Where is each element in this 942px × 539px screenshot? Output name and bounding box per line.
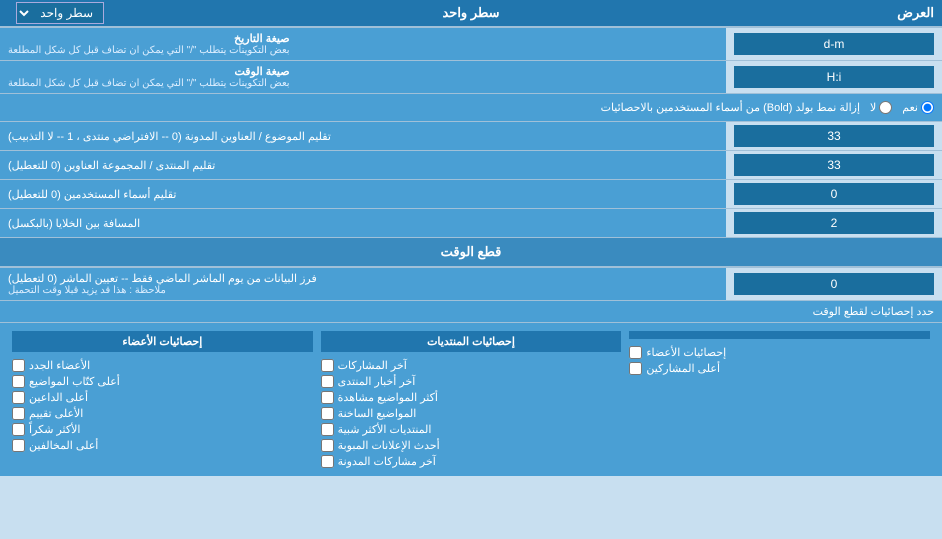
checkbox-col-3: إحصائيات الأعضاء أعلى المشاركين xyxy=(625,327,934,472)
checkbox-classifieds: أحدث الإعلانات المبوبة xyxy=(321,439,622,452)
date-format-row: d-m صيغة التاريخ بعض التكوينات يتطلب "/"… xyxy=(0,28,942,61)
checkbox-col-1: إحصائيات الأعضاء الأعضاء الجدد أعلى كتّا… xyxy=(8,327,317,472)
checkbox-hot-topics-cb[interactable] xyxy=(321,407,334,420)
checkbox-top-violators-cb[interactable] xyxy=(12,439,25,452)
checkbox-classifieds-cb[interactable] xyxy=(321,439,334,452)
checkbox-forum-news: آخر أخبار المنتدى xyxy=(321,375,622,388)
forum-headers-label: تقليم المنتدى / المجموعة العناوين (0 للت… xyxy=(0,151,726,179)
forum-headers-input[interactable]: 33 xyxy=(740,158,928,172)
usernames-input-wrapper: 0 xyxy=(734,183,934,205)
checkboxes-area: إحصائيات الأعضاء أعلى المشاركين إحصائيات… xyxy=(0,323,942,476)
checkbox-blog-posts: آخر مشاركات المدونة xyxy=(321,455,622,468)
checkbox-last-posts: آخر المشاركات xyxy=(321,359,622,372)
bold-row-label: إزالة نمط بولد (Bold) من أسماء المستخدمي… xyxy=(8,101,860,114)
checkbox-top-inviters: أعلى الداعين xyxy=(12,391,313,404)
checkbox-top-posters[interactable] xyxy=(629,362,642,375)
checkbox-top-violators: أعلى المخالفين xyxy=(12,439,313,452)
checkbox-most-thanked: الأكثر شكراً xyxy=(12,423,313,436)
cutoff-input-wrapper: 0 xyxy=(734,273,934,295)
checkbox-new-members-cb[interactable] xyxy=(12,359,25,372)
checkbox-most-similar: المنتديات الأكثر شبية xyxy=(321,423,622,436)
limit-row: حدد إحصائيات لقطع الوقت xyxy=(0,301,942,323)
checkbox-forum-news-cb[interactable] xyxy=(321,375,334,388)
topics-headers-input[interactable]: 33 xyxy=(740,129,928,143)
col1-header: إحصائيات الأعضاء xyxy=(12,331,313,352)
date-format-label: صيغة التاريخ بعض التكوينات يتطلب "/" الت… xyxy=(0,28,726,60)
cutoff-row: 0 فرز البيانات من يوم الماشر الماضي فقط … xyxy=(0,268,942,301)
header-row: العرض سطر واحد سطر واحد سطرين ثلاثة أسطر xyxy=(0,0,942,28)
usernames-label: تقليم أسماء المستخدمين (0 للتعطيل) xyxy=(0,180,726,208)
cell-spacing-row: 2 المسافة بين الخلايا (بالبكسل) xyxy=(0,209,942,238)
bold-row: نعم لا إزالة نمط بولد (Bold) من أسماء ال… xyxy=(0,94,942,122)
time-format-row: H:i صيغة الوقت بعض التكوينات يتطلب "/" ا… xyxy=(0,61,942,94)
time-format-input[interactable]: H:i xyxy=(740,70,928,84)
usernames-row: 0 تقليم أسماء المستخدمين (0 للتعطيل) xyxy=(0,180,942,209)
checkbox-top-rated: الأعلى تقييم xyxy=(12,407,313,420)
checkbox-col-2: إحصائيات المنتديات آخر المشاركات آخر أخب… xyxy=(317,327,626,472)
display-mode-select[interactable]: سطر واحد سطرين ثلاثة أسطر xyxy=(16,2,104,24)
main-container: العرض سطر واحد سطر واحد سطرين ثلاثة أسطر… xyxy=(0,0,942,476)
cell-spacing-input[interactable]: 2 xyxy=(740,216,928,230)
checkbox-top-topic-writers-cb[interactable] xyxy=(12,375,25,388)
checkbox-top-topic-writers: أعلى كتّاب المواضيع xyxy=(12,375,313,388)
checkbox-blog-posts-cb[interactable] xyxy=(321,455,334,468)
forum-headers-input-wrapper: 33 xyxy=(734,154,934,176)
bold-yes-label[interactable]: نعم xyxy=(902,101,934,114)
cell-spacing-input-wrapper: 2 xyxy=(734,212,934,234)
checkbox-new-members: الأعضاء الجدد xyxy=(12,359,313,372)
date-format-input-wrapper: d-m xyxy=(734,33,934,55)
col3-header xyxy=(629,331,930,339)
checkbox-most-thanked-cb[interactable] xyxy=(12,423,25,436)
bold-radio-options: نعم لا xyxy=(870,101,934,114)
checkbox-most-viewed: أكثر المواضيع مشاهدة xyxy=(321,391,622,404)
header-label: العرض xyxy=(897,5,934,21)
col2-header: إحصائيات المنتديات xyxy=(321,331,622,352)
bold-yes-radio[interactable] xyxy=(921,101,934,114)
header-title: سطر واحد xyxy=(442,5,499,21)
cutoff-label: فرز البيانات من يوم الماشر الماضي فقط --… xyxy=(0,268,726,300)
bold-no-label[interactable]: لا xyxy=(870,101,892,114)
time-format-label: صيغة الوقت بعض التكوينات يتطلب "/" التي … xyxy=(0,61,726,93)
checkbox-hot-topics: المواضيع الساخنة xyxy=(321,407,622,420)
bold-no-radio[interactable] xyxy=(879,101,892,114)
checkbox-stats-members[interactable] xyxy=(629,346,642,359)
forum-headers-row: 33 تقليم المنتدى / المجموعة العناوين (0 … xyxy=(0,151,942,180)
checkbox-most-similar-cb[interactable] xyxy=(321,423,334,436)
usernames-input[interactable]: 0 xyxy=(740,187,928,201)
cell-spacing-label: المسافة بين الخلايا (بالبكسل) xyxy=(0,209,726,237)
time-format-input-wrapper: H:i xyxy=(734,66,934,88)
checkbox-item-top-posters: أعلى المشاركين xyxy=(629,362,930,375)
cutoff-input[interactable]: 0 xyxy=(740,277,928,291)
checkbox-item-stats: إحصائيات الأعضاء xyxy=(629,346,930,359)
checkbox-top-rated-cb[interactable] xyxy=(12,407,25,420)
checkbox-last-posts-cb[interactable] xyxy=(321,359,334,372)
cutoff-section-title: قطع الوقت xyxy=(0,238,942,268)
topics-headers-row: 33 تقليم الموضوع / العناوين المدونة (0 -… xyxy=(0,122,942,151)
topics-headers-input-wrapper: 33 xyxy=(734,125,934,147)
date-format-input[interactable]: d-m xyxy=(740,37,928,51)
checkbox-top-inviters-cb[interactable] xyxy=(12,391,25,404)
topics-headers-label: تقليم الموضوع / العناوين المدونة (0 -- ا… xyxy=(0,122,726,150)
checkbox-most-viewed-cb[interactable] xyxy=(321,391,334,404)
